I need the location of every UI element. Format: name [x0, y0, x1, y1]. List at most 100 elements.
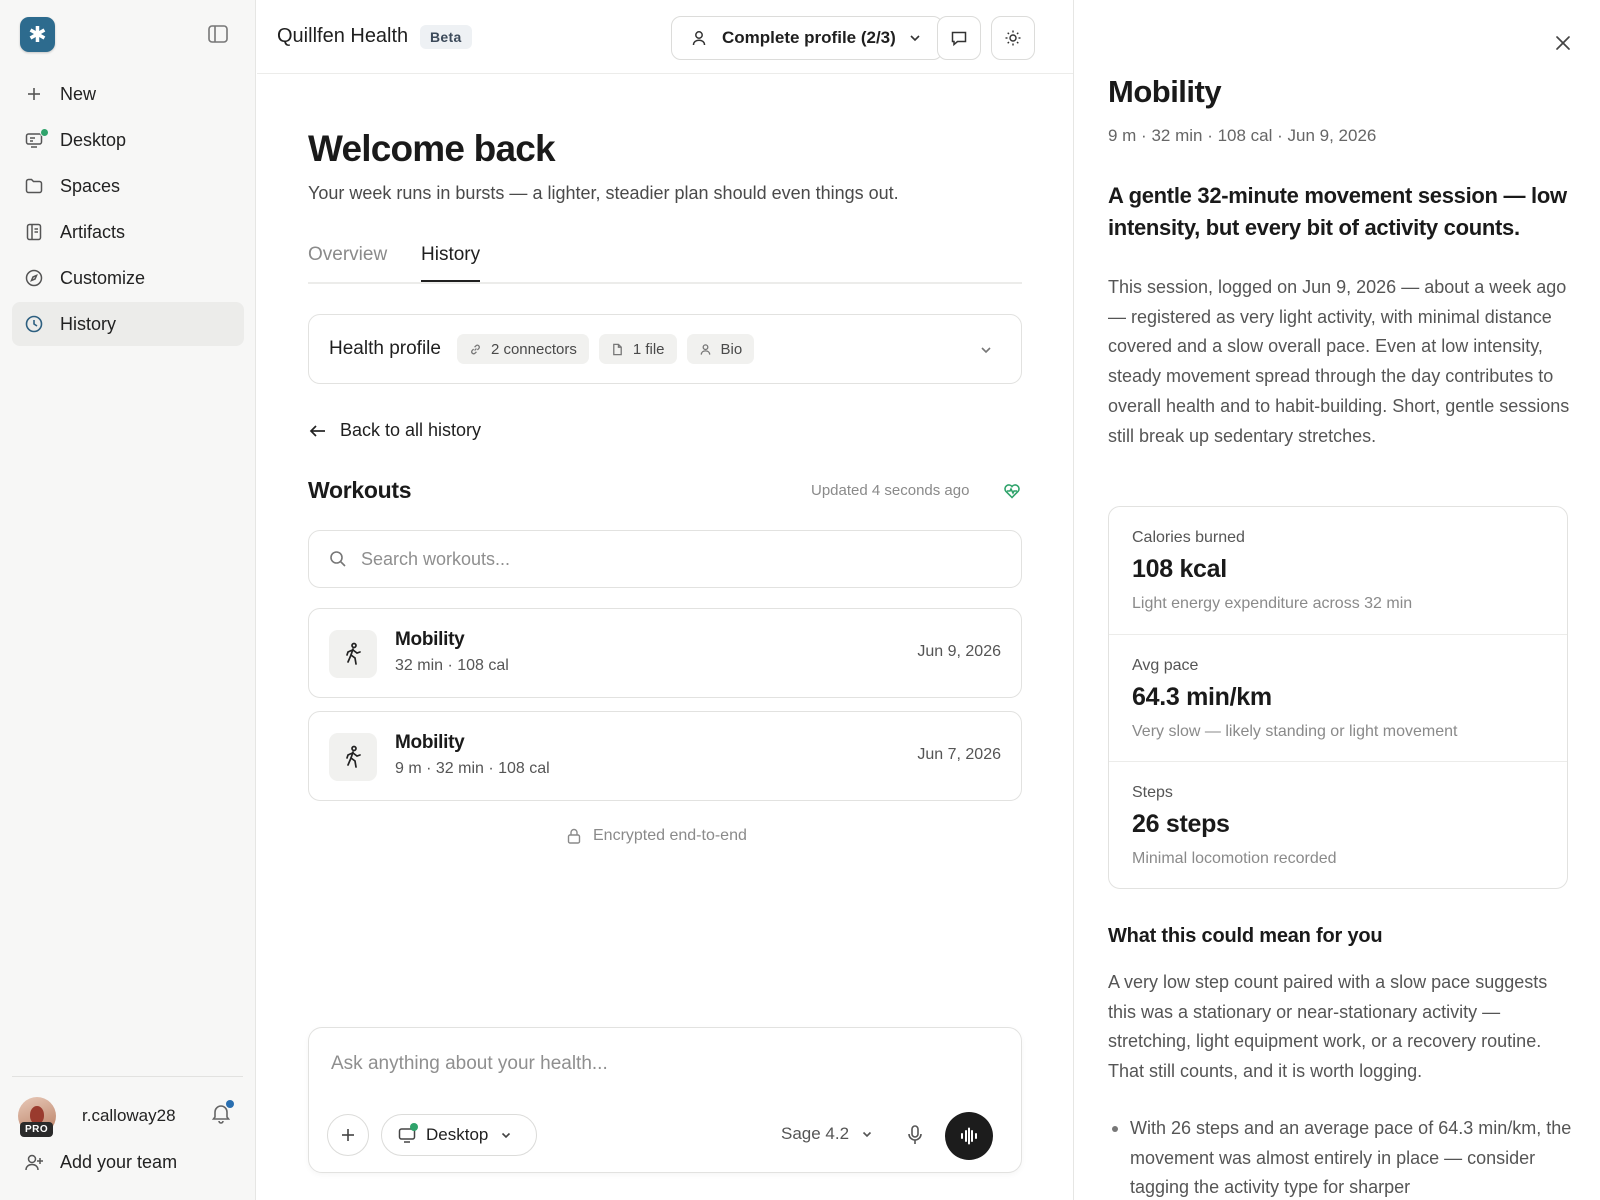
- sidebar-item-label: Spaces: [60, 175, 121, 196]
- chevron-down-icon: [502, 1132, 511, 1139]
- sidebar-item-spaces[interactable]: Spaces: [12, 164, 244, 208]
- top-bar: Quillfen Health Beta Complete profile (2…: [257, 0, 1073, 74]
- workout-meta: 32 min · 108 cal: [395, 657, 509, 674]
- back-link-label: Back to all history: [340, 420, 482, 440]
- microphone-icon[interactable]: [905, 1124, 925, 1146]
- files-chip[interactable]: 1 file: [598, 334, 677, 364]
- sidebar-item-new[interactable]: New: [12, 72, 244, 116]
- sidebar-item-customize[interactable]: Customize: [12, 256, 244, 300]
- compass-icon: [24, 268, 44, 288]
- plus-icon: [24, 84, 44, 104]
- workout-date: Jun 7, 2026: [917, 746, 1001, 763]
- model-label: Sage 4.2: [781, 1124, 850, 1143]
- link-icon: [471, 344, 480, 354]
- feedback-button[interactable]: [937, 16, 981, 60]
- stat-label: Steps: [1132, 784, 1173, 801]
- arrow-left-icon: [309, 424, 325, 437]
- workout-name: Mobility: [395, 629, 465, 650]
- complete-profile-label: Complete profile (2/3): [722, 28, 896, 47]
- voice-mode-button[interactable]: [945, 1112, 993, 1160]
- sidebar-item-history[interactable]: History: [12, 302, 244, 346]
- chip-label: 2 connectors: [490, 340, 577, 358]
- tab-overview[interactable]: Overview: [308, 244, 387, 280]
- main-content: Quillfen Health Beta Complete profile (2…: [257, 0, 1073, 1200]
- detail-meta: 9 m · 32 min · 108 cal · Jun 9, 2026: [1108, 126, 1377, 145]
- folder-icon: [24, 176, 44, 196]
- workout-row[interactable]: Mobility 32 min · 108 cal Jun 9, 2026: [308, 608, 1022, 698]
- lock-icon: [567, 828, 581, 844]
- user-icon: [692, 31, 706, 46]
- encryption-label: Encrypted end-to-end: [593, 827, 747, 844]
- stat-value: 26 steps: [1132, 810, 1230, 838]
- updated-timestamp: Updated 4 seconds ago: [811, 482, 970, 499]
- chevron-down-icon[interactable]: [979, 343, 993, 357]
- back-to-history-link[interactable]: Back to all history: [308, 420, 481, 441]
- detail-description: This session, logged on Jun 9, 2026 — ab…: [1108, 277, 1570, 446]
- model-selector[interactable]: Sage 4.2: [781, 1124, 873, 1144]
- beta-badge: Beta: [420, 25, 472, 49]
- search-input[interactable]: [361, 548, 961, 570]
- insight-list: With 26 steps and an average pace of 64.…: [1108, 1114, 1573, 1200]
- encryption-notice: Encrypted end-to-end: [567, 827, 747, 845]
- sun-icon: [1005, 30, 1021, 46]
- sidebar-item-label: Artifacts: [60, 221, 126, 242]
- sidebar-item-label: Customize: [60, 267, 146, 288]
- workout-meta: 9 m · 32 min · 108 cal: [395, 760, 550, 777]
- sidebar-toggle-icon[interactable]: [208, 25, 228, 43]
- page-subtitle: Your week runs in bursts — a lighter, st…: [308, 183, 899, 203]
- walking-icon: [329, 733, 377, 781]
- health-profile-title: Health profile: [329, 338, 441, 359]
- chat-composer[interactable]: Ask anything about your health... Deskto…: [308, 1027, 1022, 1173]
- divider: [12, 1076, 243, 1077]
- workout-name: Mobility: [395, 732, 465, 753]
- app-title: Quillfen Health: [277, 25, 409, 47]
- health-profile-card[interactable]: Health profile 2 connectors 1 file Bio: [308, 314, 1022, 384]
- stat-label: Avg pace: [1132, 657, 1199, 674]
- chevron-down-icon: [910, 35, 920, 42]
- theme-toggle-button[interactable]: [991, 16, 1035, 60]
- notification-dot: [226, 1100, 234, 1108]
- clock-icon: [24, 314, 44, 334]
- close-icon[interactable]: [1554, 34, 1572, 52]
- app-logo[interactable]: ✱: [20, 17, 55, 52]
- list-item: With 26 steps and an average pace of 64.…: [1108, 1114, 1573, 1200]
- stat-pace: Avg pace 64.3 min/km Very slow — likely …: [1109, 634, 1567, 761]
- page-title: Welcome back: [308, 128, 556, 169]
- add-user-icon: [25, 1154, 43, 1170]
- stat-calories: Calories burned 108 kcal Light energy ex…: [1109, 507, 1567, 634]
- connectors-chip[interactable]: 2 connectors: [456, 334, 589, 364]
- tab-history[interactable]: History: [421, 244, 481, 282]
- username: r.calloway28: [82, 1106, 176, 1125]
- sidebar-item-label: Desktop: [60, 129, 127, 150]
- desktop-selector-label: Desktop: [426, 1125, 489, 1144]
- sidebar-item-label: New: [60, 83, 97, 104]
- sidebar: ✱ New Desktop Spaces Artifacts Customize…: [0, 0, 256, 1200]
- detail-headline: A gentle 32-minute movement session — lo…: [1108, 183, 1567, 240]
- pro-badge: PRO: [20, 1122, 54, 1137]
- waveform-icon: [961, 1127, 977, 1145]
- workout-detail-panel: Mobility 9 m · 32 min · 108 cal · Jun 9,…: [1073, 0, 1600, 1200]
- workout-search[interactable]: [308, 530, 1022, 588]
- stat-description: Light energy expenditure across 32 min: [1132, 595, 1413, 612]
- add-team-button[interactable]: Add your team: [24, 1152, 177, 1173]
- file-icon: [612, 343, 622, 355]
- stat-steps: Steps 26 steps Minimal locomotion record…: [1109, 761, 1567, 888]
- stat-description: Minimal locomotion recorded: [1132, 850, 1337, 867]
- composer-input[interactable]: Ask anything about your health...: [331, 1053, 608, 1075]
- detail-title: Mobility: [1108, 74, 1222, 109]
- heart-pulse-icon: [1004, 484, 1020, 499]
- add-team-label: Add your team: [60, 1152, 178, 1172]
- search-icon: [330, 551, 346, 567]
- desktop-selector[interactable]: Desktop: [381, 1114, 537, 1156]
- attach-button[interactable]: [327, 1114, 369, 1156]
- workout-row[interactable]: Mobility 9 m · 32 min · 108 cal Jun 7, 2…: [308, 711, 1022, 801]
- chevron-down-icon: [862, 1131, 872, 1138]
- sidebar-item-desktop[interactable]: Desktop: [12, 118, 244, 162]
- chat-icon: [951, 31, 967, 47]
- stats-card: Calories burned 108 kcal Light energy ex…: [1108, 506, 1568, 889]
- bio-chip[interactable]: Bio: [686, 334, 755, 364]
- sidebar-item-artifacts[interactable]: Artifacts: [12, 210, 244, 254]
- stat-value: 108 kcal: [1132, 555, 1227, 583]
- complete-profile-button[interactable]: Complete profile (2/3): [671, 16, 943, 60]
- section-body: A very low step count paired with a slow…: [1108, 972, 1548, 1082]
